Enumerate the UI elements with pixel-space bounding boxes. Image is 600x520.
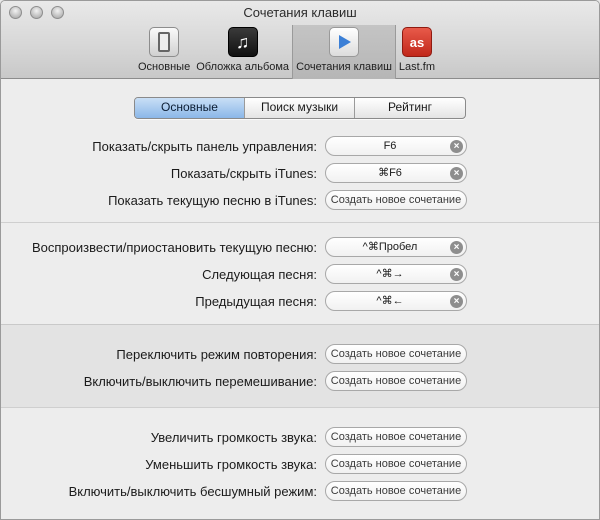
- shortcut-label: Переключить режим повторения:: [116, 347, 317, 362]
- shortcut-group: Переключить режим повторения: Создать но…: [1, 324, 599, 407]
- shortcut-group: Увеличить громкость звука: Создать новое…: [1, 407, 599, 513]
- tab-rating[interactable]: Рейтинг: [355, 98, 465, 118]
- window-title: Сочетания клавиш: [243, 5, 357, 20]
- shortcut-label: Показать/скрыть iTunes:: [170, 166, 317, 181]
- shortcut-label: Предыдущая песня:: [195, 294, 317, 309]
- shortcut-recorder[interactable]: ^⌘← ×: [325, 291, 467, 311]
- shortcut-row: Предыдущая песня: ^⌘← ×: [1, 288, 599, 315]
- shortcut-value: ⌘F6: [378, 167, 402, 179]
- titlebar: Сочетания клавиш Основные ♫ Обложка альб…: [1, 1, 599, 79]
- shortcut-row: Переключить режим повторения: Создать но…: [1, 341, 599, 368]
- clear-icon[interactable]: ×: [450, 241, 463, 254]
- shortcut-row: Включить/выключить бесшумный режим: Созд…: [1, 478, 599, 505]
- shortcut-recorder[interactable]: ^⌘→ ×: [325, 264, 467, 284]
- tab-general[interactable]: Основные: [135, 98, 245, 118]
- shortcut-row: Показать/скрыть панель управления: F6 ×: [1, 133, 599, 160]
- shortcut-label: Воспроизвести/приостановить текущую песн…: [31, 240, 317, 255]
- clear-icon[interactable]: ×: [450, 140, 463, 153]
- shortcut-group: Показать/скрыть панель управления: F6 × …: [1, 121, 599, 222]
- toolbar-item-label: Обложка альбома: [196, 61, 290, 73]
- shortcut-label: Показать/скрыть панель управления:: [92, 139, 317, 154]
- shortcut-label: Увеличить громкость звука:: [150, 430, 317, 445]
- shortcut-label: Следующая песня:: [202, 267, 317, 282]
- shortcut-label: Включить/выключить перемешивание:: [83, 374, 317, 389]
- shortcut-row: Увеличить громкость звука: Создать новое…: [1, 424, 599, 451]
- toolbar-item-general[interactable]: Основные: [135, 25, 193, 79]
- toolbar-item-label: Сочетания клавиш: [296, 61, 392, 73]
- lastfm-icon: as: [401, 27, 432, 57]
- shortcut-row: Показать текущую песню в iTunes: Создать…: [1, 187, 599, 214]
- tab-segmented-control: Основные Поиск музыки Рейтинг: [134, 97, 466, 119]
- clear-icon[interactable]: ×: [450, 167, 463, 180]
- shortcut-recorder[interactable]: F6 ×: [325, 136, 467, 156]
- shortcut-recorder[interactable]: ⌘F6 ×: [325, 163, 467, 183]
- shortcut-row: Воспроизвести/приостановить текущую песн…: [1, 234, 599, 261]
- toolbar: Основные ♫ Обложка альбома Сочетания кла…: [135, 25, 438, 79]
- shortcut-list: Показать/скрыть панель управления: F6 × …: [1, 121, 599, 513]
- shortcut-group: Воспроизвести/приостановить текущую песн…: [1, 222, 599, 324]
- toolbar-item-album-art[interactable]: ♫ Обложка альбома: [193, 25, 292, 79]
- shortcut-row: Следующая песня: ^⌘→ ×: [1, 261, 599, 288]
- shortcut-recorder[interactable]: ^⌘Пробел ×: [325, 237, 467, 257]
- tab-music-search[interactable]: Поиск музыки: [245, 98, 355, 118]
- switch-icon: [149, 27, 180, 57]
- shortcut-value: ^⌘←: [376, 295, 404, 307]
- preferences-window: Сочетания клавиш Основные ♫ Обложка альб…: [0, 0, 600, 520]
- clear-icon[interactable]: ×: [450, 295, 463, 308]
- shortcut-value: ^⌘Пробел: [362, 241, 418, 253]
- shortcut-label: Показать текущую песню в iTunes:: [108, 193, 317, 208]
- toolbar-item-lastfm[interactable]: as Last.fm: [396, 25, 438, 79]
- toolbar-item-label: Last.fm: [398, 61, 435, 73]
- shortcut-recorder[interactable]: Создать новое сочетание: [325, 427, 467, 447]
- shortcut-row: Включить/выключить перемешивание: Создат…: [1, 368, 599, 395]
- shortcut-value: ^⌘→: [376, 268, 404, 280]
- shortcut-row: Уменьшить громкость звука: Создать новое…: [1, 451, 599, 478]
- clear-icon[interactable]: ×: [450, 268, 463, 281]
- shortcut-value: F6: [383, 140, 397, 152]
- toolbar-item-label: Основные: [138, 61, 191, 73]
- shortcut-recorder[interactable]: Создать новое сочетание: [325, 454, 467, 474]
- shortcut-label: Уменьшить громкость звука:: [145, 457, 317, 472]
- play-icon: [328, 27, 359, 57]
- shortcut-recorder[interactable]: Создать новое сочетание: [325, 481, 467, 501]
- music-note-icon: ♫: [227, 27, 258, 57]
- shortcut-recorder[interactable]: Создать новое сочетание: [325, 344, 467, 364]
- shortcut-row: Показать/скрыть iTunes: ⌘F6 ×: [1, 160, 599, 187]
- shortcut-recorder[interactable]: Создать новое сочетание: [325, 371, 467, 391]
- toolbar-item-shortcuts[interactable]: Сочетания клавиш: [292, 25, 396, 79]
- shortcut-label: Включить/выключить бесшумный режим:: [68, 484, 317, 499]
- shortcut-recorder[interactable]: Создать новое сочетание: [325, 190, 467, 210]
